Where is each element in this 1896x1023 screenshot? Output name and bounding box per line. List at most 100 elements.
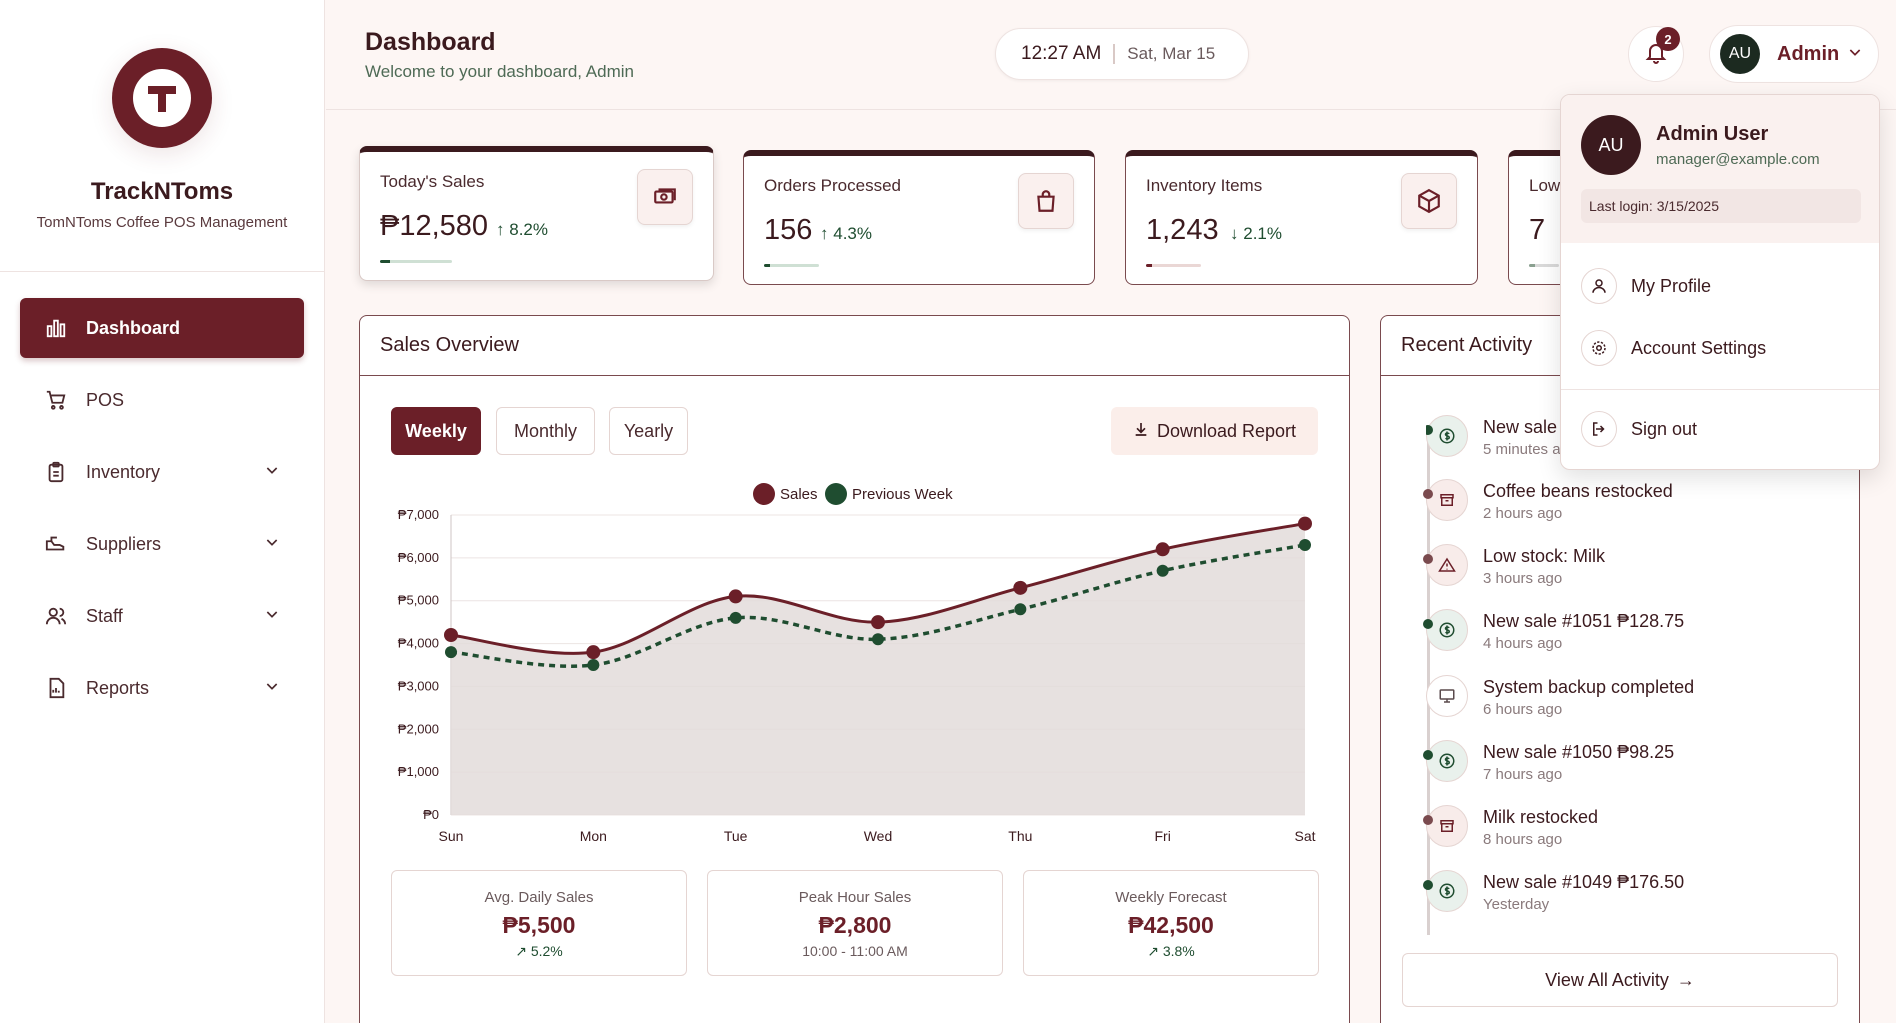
- logo: [112, 48, 212, 148]
- menu-item-label: My Profile: [1631, 275, 1712, 296]
- x-tick-label: Tue: [724, 828, 748, 844]
- activity-time: Yesterday: [1483, 896, 1550, 913]
- chevron-down-icon: [264, 678, 280, 699]
- activity-item[interactable]: Low stock: Milk 3 hours ago: [1423, 544, 1806, 594]
- sign-out-icon: [1581, 411, 1617, 447]
- activity-item[interactable]: New sale #1049 ₱176.50 Yesterday: [1423, 870, 1806, 920]
- avatar: AU: [1581, 115, 1641, 175]
- menu-item-my-profile[interactable]: My Profile: [1581, 266, 1711, 306]
- stat-card-orders-processed[interactable]: Orders Processed 156 ↑ 4.3%: [743, 150, 1095, 285]
- dollar-icon: [1426, 609, 1468, 651]
- notification-badge: 2: [1656, 27, 1680, 51]
- menu-item-sign-out[interactable]: Sign out: [1581, 409, 1697, 449]
- download-report-button[interactable]: Download Report: [1111, 407, 1318, 455]
- trend-up-icon: ↗: [1147, 943, 1159, 959]
- view-all-activity-button[interactable]: View All Activity →: [1402, 953, 1838, 1007]
- document-icon: [44, 676, 68, 700]
- activity-item[interactable]: Milk restocked 8 hours ago: [1423, 805, 1806, 855]
- sales-line-chart: ₱0 ₱1,000 ₱2,000 ₱3,000 ₱4,000 ₱5,000 ₱6,000 ₱7…: [398, 483, 1316, 844]
- x-tick-label: Fri: [1155, 828, 1171, 844]
- timeline-dot: [1423, 880, 1433, 890]
- sidebar-item-label: Dashboard: [86, 317, 181, 338]
- view-all-label: View All Activity: [1545, 969, 1669, 990]
- data-point-sales: [871, 615, 885, 630]
- activity-time: 6 hours ago: [1483, 701, 1563, 718]
- summary-label: Avg. Daily Sales: [484, 889, 594, 906]
- summary-card-peak-hour: Peak Hour Sales ₱2,800 10:00 - 11:00 AM: [707, 870, 1003, 976]
- data-point-previous-week: [729, 611, 742, 624]
- data-point-sales: [1155, 542, 1170, 557]
- y-tick-label: ₱6,000: [398, 550, 439, 565]
- page-subtitle: Welcome to your dashboard, Admin: [365, 62, 634, 81]
- stat-value: ₱12,580: [380, 210, 489, 242]
- sidebar-item-inventory[interactable]: Inventory: [20, 442, 304, 502]
- divider: [1561, 389, 1879, 390]
- stat-card-todays-sales[interactable]: Today's Sales ₱12,580 ↑ 8.2%: [359, 146, 714, 281]
- sidebar: TrackNToms TomNToms Coffee POS Managemen…: [0, 0, 325, 1023]
- tab-monthly[interactable]: Monthly: [496, 407, 595, 455]
- bar-chart-icon: [44, 316, 68, 340]
- arrow-right-icon: →: [1676, 969, 1695, 990]
- stat-progress: [764, 264, 819, 267]
- current-time: 12:27 AM: [1021, 44, 1116, 64]
- arrow-up-icon: ↑: [496, 220, 505, 239]
- tab-yearly[interactable]: Yearly: [609, 407, 688, 455]
- activity-item[interactable]: New sale 5 minutes a: [1426, 415, 1560, 465]
- cart-icon: [44, 388, 68, 412]
- sidebar-item-label: Reports: [86, 677, 150, 698]
- activity-title: Coffee beans restocked: [1483, 481, 1673, 501]
- menu-item-label: Sign out: [1631, 418, 1698, 439]
- activity-time: 4 hours ago: [1483, 635, 1563, 652]
- sidebar-item-suppliers[interactable]: Suppliers: [20, 514, 304, 574]
- monitor-icon: [1426, 675, 1468, 717]
- data-point-previous-week: [1299, 539, 1311, 551]
- stat-progress: [1146, 264, 1201, 267]
- download-icon: [1133, 421, 1149, 442]
- activity-title: New sale: [1483, 417, 1558, 437]
- arrow-up-icon: ↑: [820, 224, 829, 243]
- x-tick-label: Sat: [1294, 828, 1315, 844]
- avatar: AU: [1720, 34, 1760, 74]
- dropdown-user-email: manager@example.com: [1656, 151, 1820, 168]
- arrow-down-icon: ↓: [1230, 224, 1239, 243]
- box-icon: [1401, 173, 1457, 229]
- activity-item[interactable]: New sale #1051 ₱128.75 4 hours ago: [1423, 609, 1806, 659]
- summary-value: ₱5,500: [502, 912, 576, 938]
- activity-item[interactable]: New sale #1050 ₱98.25 7 hours ago: [1423, 740, 1806, 790]
- legend-swatch-sales: [753, 483, 775, 505]
- data-point-previous-week: [587, 659, 600, 671]
- sidebar-item-pos[interactable]: POS: [20, 370, 304, 430]
- sidebar-item-label: Suppliers: [86, 533, 162, 554]
- menu-item-account-settings[interactable]: Account Settings: [1581, 328, 1766, 368]
- menu-item-label: Account Settings: [1631, 337, 1767, 358]
- sidebar-nav: Dashboard POS Inventory Suppliers Staff …: [0, 272, 324, 756]
- data-point-previous-week: [1014, 603, 1027, 616]
- activity-time: 5 minutes a: [1483, 441, 1560, 458]
- dropdown-header: AU Admin User manager@example.com Last l…: [1561, 95, 1879, 243]
- sales-area: [451, 523, 1305, 815]
- timeline-dot: [1423, 619, 1433, 629]
- dollar-icon: [1426, 870, 1468, 912]
- legend-label-sales: Sales: [780, 486, 818, 503]
- current-date: Sat, Mar 15: [1127, 44, 1216, 63]
- summary-trend: ↗ 3.8%: [1147, 943, 1195, 959]
- summary-label: Weekly Forecast: [1115, 889, 1227, 906]
- activity-item[interactable]: System backup completed 6 hours ago: [1426, 675, 1806, 725]
- data-point-sales: [586, 645, 601, 660]
- activity-item[interactable]: Coffee beans restocked 2 hours ago: [1423, 479, 1806, 529]
- activity-time: 7 hours ago: [1483, 766, 1563, 783]
- sidebar-item-staff[interactable]: Staff: [20, 586, 304, 646]
- stat-label: Low: [1529, 176, 1561, 195]
- dollar-icon: [1426, 740, 1468, 782]
- chevron-down-icon: [1847, 44, 1863, 65]
- user-dropdown-menu: AU Admin User manager@example.com Last l…: [1560, 94, 1880, 470]
- data-point-previous-week: [445, 646, 457, 659]
- stat-label: Orders Processed: [764, 176, 901, 195]
- brand-name: TrackNToms: [90, 178, 234, 205]
- x-tick-label: Mon: [580, 828, 607, 844]
- sidebar-item-dashboard[interactable]: Dashboard: [20, 298, 304, 358]
- tab-weekly[interactable]: Weekly: [391, 407, 481, 455]
- user-menu-button[interactable]: AU Admin: [1709, 25, 1879, 83]
- stat-card-inventory-items[interactable]: Inventory Items 1,243 ↓ 2.1%: [1125, 150, 1478, 285]
- sidebar-item-reports[interactable]: Reports: [20, 658, 304, 718]
